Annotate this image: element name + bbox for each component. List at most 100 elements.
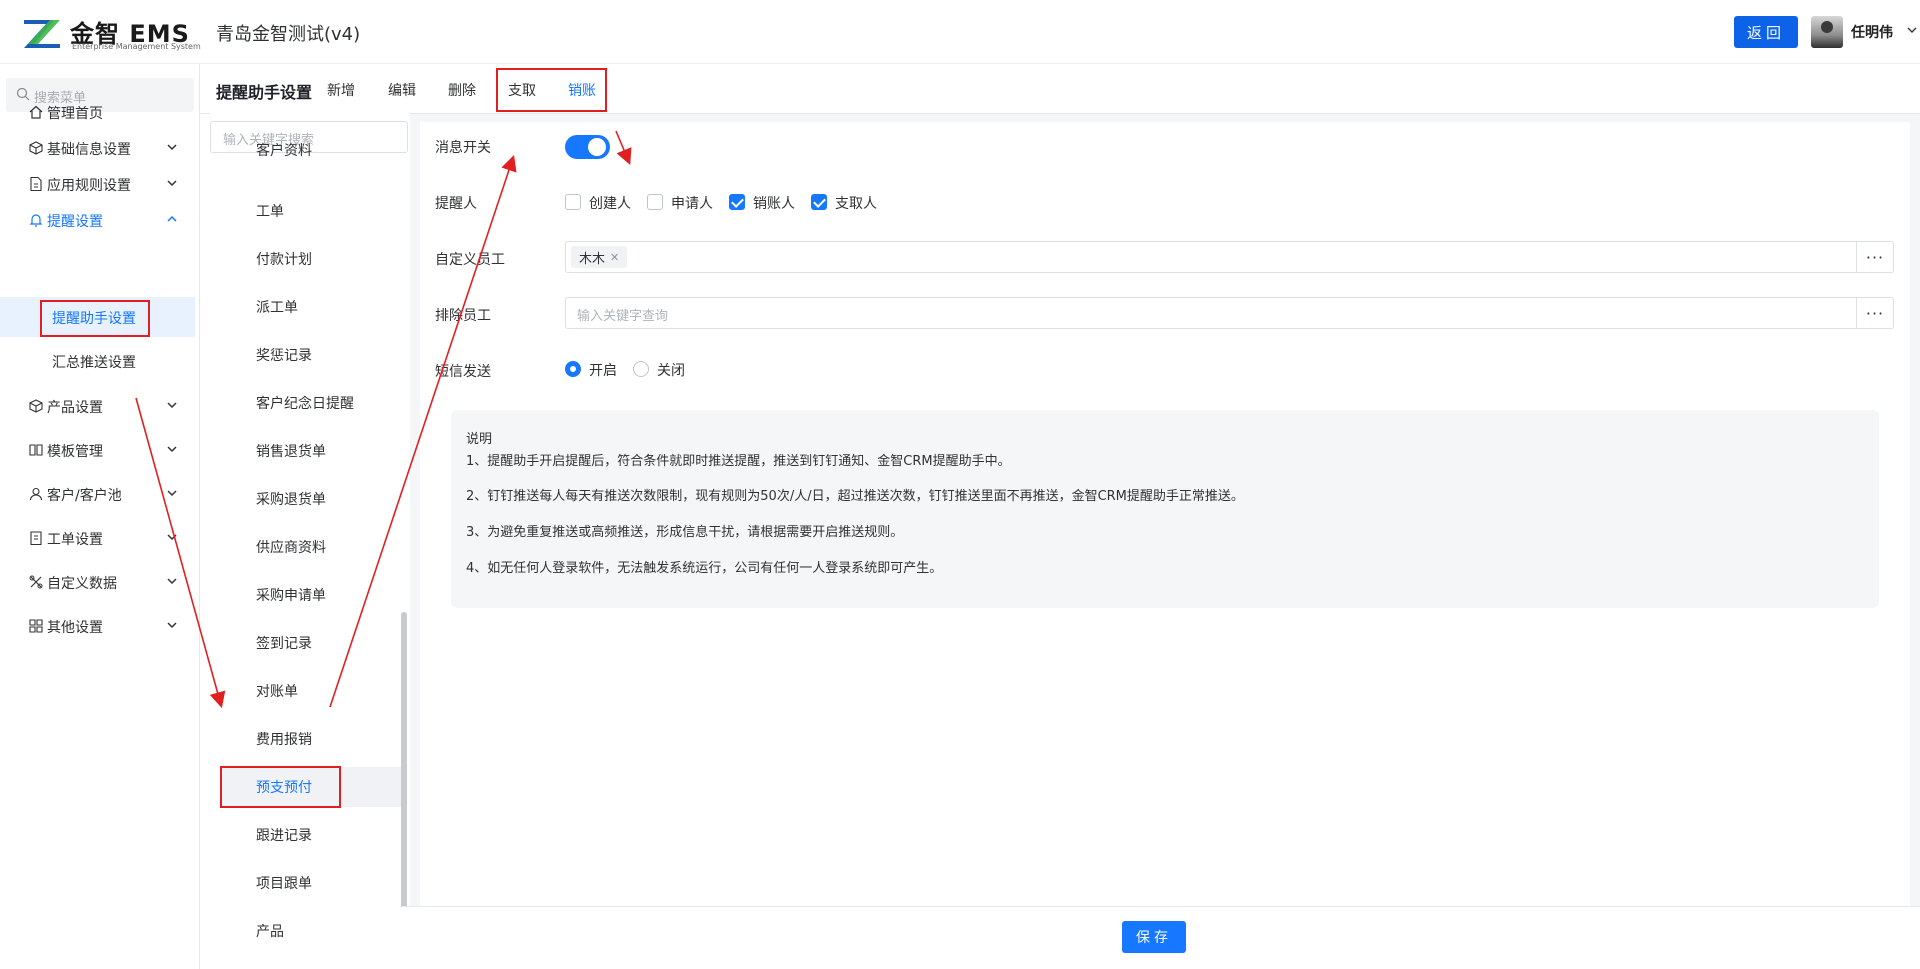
list-item[interactable]: 销售退货单 bbox=[220, 431, 405, 471]
list-item[interactable]: 供应商资料 bbox=[220, 527, 405, 567]
sidebar-item-reminder[interactable]: 提醒设置 bbox=[0, 202, 200, 238]
exclude-staff-input[interactable]: 输入关键字查询 bbox=[565, 297, 1857, 329]
sidebar-item-label: 模板管理 bbox=[47, 444, 103, 460]
checkbox-label[interactable]: 申请人 bbox=[671, 193, 713, 213]
sidebar-subitem-summary-push[interactable]: 汇总推送设置 bbox=[0, 341, 195, 381]
sidebar-item-label: 基础信息设置 bbox=[47, 142, 131, 158]
instructions-title: 说明 bbox=[466, 432, 493, 447]
radio-label[interactable]: 开启 bbox=[589, 360, 617, 380]
top-header: 金智 EMS Enterprise Management System 青岛金智… bbox=[0, 0, 1920, 64]
tab-delete[interactable]: 删除 bbox=[448, 80, 476, 100]
list-item-label: 派工单 bbox=[256, 300, 298, 316]
custom-staff-input[interactable]: 木木 ✕ bbox=[565, 241, 1857, 273]
chevron-down-icon bbox=[167, 446, 177, 453]
staff-tag-label: 木木 bbox=[579, 251, 606, 267]
app-title: 青岛金智测试(v4) bbox=[216, 24, 361, 45]
page-title: 提醒助手设置 bbox=[216, 83, 313, 102]
sidebar-item-customer[interactable]: 客户/客户池 bbox=[0, 476, 200, 512]
exclude-staff-label: 排除员工 bbox=[435, 308, 491, 324]
list-item-label: 付款计划 bbox=[256, 252, 312, 268]
sidebar-item-template[interactable]: 模板管理 bbox=[0, 432, 200, 468]
sidebar-item-label: 产品设置 bbox=[47, 400, 103, 416]
chevron-up-icon bbox=[167, 215, 177, 222]
list-item[interactable]: 客户资料 bbox=[220, 140, 405, 168]
checkbox-creator[interactable] bbox=[565, 194, 581, 210]
list-scrollbar[interactable] bbox=[401, 612, 407, 910]
chevron-down-icon bbox=[167, 490, 177, 497]
tab-edit[interactable]: 编辑 bbox=[388, 80, 416, 100]
list-item[interactable]: 采购退货单 bbox=[220, 479, 405, 519]
save-button[interactable]: 保存 bbox=[1122, 921, 1186, 953]
tab-add[interactable]: 新增 bbox=[327, 80, 355, 100]
checkbox-withdraw-person[interactable] bbox=[811, 194, 827, 210]
list-item-label: 工单 bbox=[256, 204, 284, 220]
chevron-down-icon bbox=[167, 180, 177, 187]
list-item[interactable]: 产品 bbox=[220, 911, 405, 951]
instructions-line: 4、如无任何人登录软件，无法触发系统运行，公司有任何一人登录系统即可产生。 bbox=[466, 561, 943, 576]
sidebar-item-other[interactable]: 其他设置 bbox=[0, 608, 200, 644]
list-item[interactable]: 跟进记录 bbox=[220, 815, 405, 855]
home-icon bbox=[29, 105, 43, 119]
checkbox-label[interactable]: 创建人 bbox=[589, 193, 631, 213]
checkbox-applicant[interactable] bbox=[647, 194, 663, 210]
list-item[interactable]: 对账单 bbox=[220, 671, 405, 711]
sidebar-item-label: 应用规则设置 bbox=[47, 178, 131, 194]
content-gap bbox=[410, 114, 1920, 122]
sidebar-item-custom-data[interactable]: 自定义数据 bbox=[0, 564, 200, 600]
list-item-label: 项目跟单 bbox=[256, 876, 312, 892]
radio-sms-on[interactable] bbox=[565, 361, 581, 377]
document-type-list: 输入关键字搜索 客户资料 工单 付款计划 派工单 奖惩记录 客户纪念日提醒 销售… bbox=[210, 112, 410, 958]
logo-subtitle: Enterprise Management System bbox=[72, 42, 201, 51]
chevron-down-icon[interactable] bbox=[1906, 21, 1918, 41]
annotation-box bbox=[40, 300, 150, 337]
list-item[interactable]: 客户纪念日提醒 bbox=[220, 383, 405, 423]
list-item-label: 产品 bbox=[256, 924, 284, 940]
content-gap bbox=[410, 114, 420, 969]
sidebar-item-product[interactable]: 产品设置 bbox=[0, 388, 200, 424]
list-item[interactable]: 奖惩记录 bbox=[220, 335, 405, 375]
list-item-label: 供应商资料 bbox=[256, 540, 326, 556]
sidebar-item-basic-info[interactable]: 基础信息设置 bbox=[0, 130, 200, 166]
message-switch[interactable] bbox=[565, 135, 610, 159]
switch-label: 消息开关 bbox=[435, 140, 491, 156]
chevron-down-icon bbox=[167, 578, 177, 585]
list-item[interactable]: 工单 bbox=[220, 191, 405, 231]
user-name[interactable]: 任明伟 bbox=[1851, 22, 1893, 42]
logo-mark-icon bbox=[24, 20, 60, 48]
sidebar-item-work-order[interactable]: 工单设置 bbox=[0, 520, 200, 556]
list-item[interactable]: 付款计划 bbox=[220, 239, 405, 279]
radio-sms-off[interactable] bbox=[633, 361, 649, 377]
clipboard-icon bbox=[30, 531, 42, 546]
exclude-staff-placeholder: 输入关键字查询 bbox=[577, 309, 669, 324]
back-button[interactable]: 返回 bbox=[1734, 16, 1798, 48]
custom-staff-more-button[interactable]: ··· bbox=[1857, 241, 1894, 273]
list-item[interactable]: 项目跟单 bbox=[220, 863, 405, 903]
tools-icon bbox=[29, 575, 43, 589]
sidebar-item-home[interactable]: 管理首页 bbox=[0, 94, 200, 130]
checkbox-writeoff-person[interactable] bbox=[729, 194, 745, 210]
sidebar-subitem-label: 汇总推送设置 bbox=[52, 355, 136, 371]
list-item[interactable]: 签到记录 bbox=[220, 623, 405, 663]
list-item[interactable]: 派工单 bbox=[220, 287, 405, 327]
avatar[interactable] bbox=[1811, 16, 1843, 48]
bell-icon bbox=[29, 214, 43, 227]
cube-icon bbox=[29, 141, 43, 155]
checkbox-label[interactable]: 销账人 bbox=[753, 193, 795, 213]
list-item[interactable]: 采购申请单 bbox=[220, 575, 405, 615]
radio-label[interactable]: 关闭 bbox=[657, 360, 685, 380]
checkbox-label[interactable]: 支取人 bbox=[835, 193, 877, 213]
cube-icon bbox=[29, 399, 43, 413]
close-icon[interactable]: ✕ bbox=[610, 251, 619, 264]
chevron-down-icon bbox=[167, 622, 177, 629]
sms-label: 短信发送 bbox=[435, 364, 491, 380]
chevron-down-icon bbox=[167, 534, 177, 541]
app-logo[interactable]: 金智 EMS Enterprise Management System bbox=[20, 14, 201, 52]
list-item-label: 采购申请单 bbox=[256, 588, 326, 604]
instructions-line: 1、提醒助手开启提醒后，符合条件就即时推送提醒，推送到钉钉通知、金智CRM提醒助… bbox=[466, 454, 1011, 469]
exclude-staff-more-button[interactable]: ··· bbox=[1857, 297, 1894, 329]
list-item-label: 客户纪念日提醒 bbox=[256, 396, 354, 412]
instructions-box: 说明 1、提醒助手开启提醒后，符合条件就即时推送提醒，推送到钉钉通知、金智CRM… bbox=[451, 410, 1879, 608]
annotation-box bbox=[496, 68, 607, 112]
list-item[interactable]: 费用报销 bbox=[220, 719, 405, 759]
sidebar-item-app-rules[interactable]: 应用规则设置 bbox=[0, 166, 200, 202]
